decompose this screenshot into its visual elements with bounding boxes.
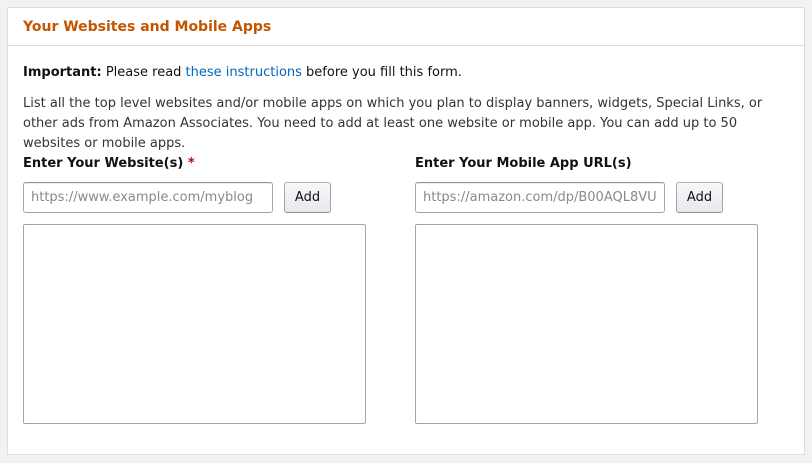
mobile-app-url-input[interactable] (415, 182, 665, 213)
panel-title: Your Websites and Mobile Apps (23, 18, 272, 35)
panel-header: Your Websites and Mobile Apps (8, 8, 804, 46)
important-notice: Important: Please read these instruction… (23, 64, 462, 81)
notice-text-after: before you fill this form. (301, 65, 462, 80)
required-marker: * (187, 156, 195, 171)
instructions-link[interactable]: these instructions (186, 65, 302, 80)
add-website-button[interactable]: Add (284, 182, 331, 213)
website-field-label: Enter Your Website(s) * (23, 156, 195, 171)
add-mobile-app-button[interactable]: Add (676, 182, 723, 213)
important-label: Important: (23, 65, 102, 80)
mobile-app-field-label: Enter Your Mobile App URL(s) (415, 156, 632, 171)
form-description: List all the top level websites and/or m… (23, 96, 763, 151)
mobile-app-list[interactable] (415, 224, 758, 424)
notice-text-before: Please read (101, 65, 186, 80)
website-list[interactable] (23, 224, 366, 424)
websites-apps-panel: Your Websites and Mobile Apps Important:… (7, 7, 805, 455)
website-url-input[interactable] (23, 182, 273, 213)
website-label-text: Enter Your Website(s) (23, 156, 184, 171)
